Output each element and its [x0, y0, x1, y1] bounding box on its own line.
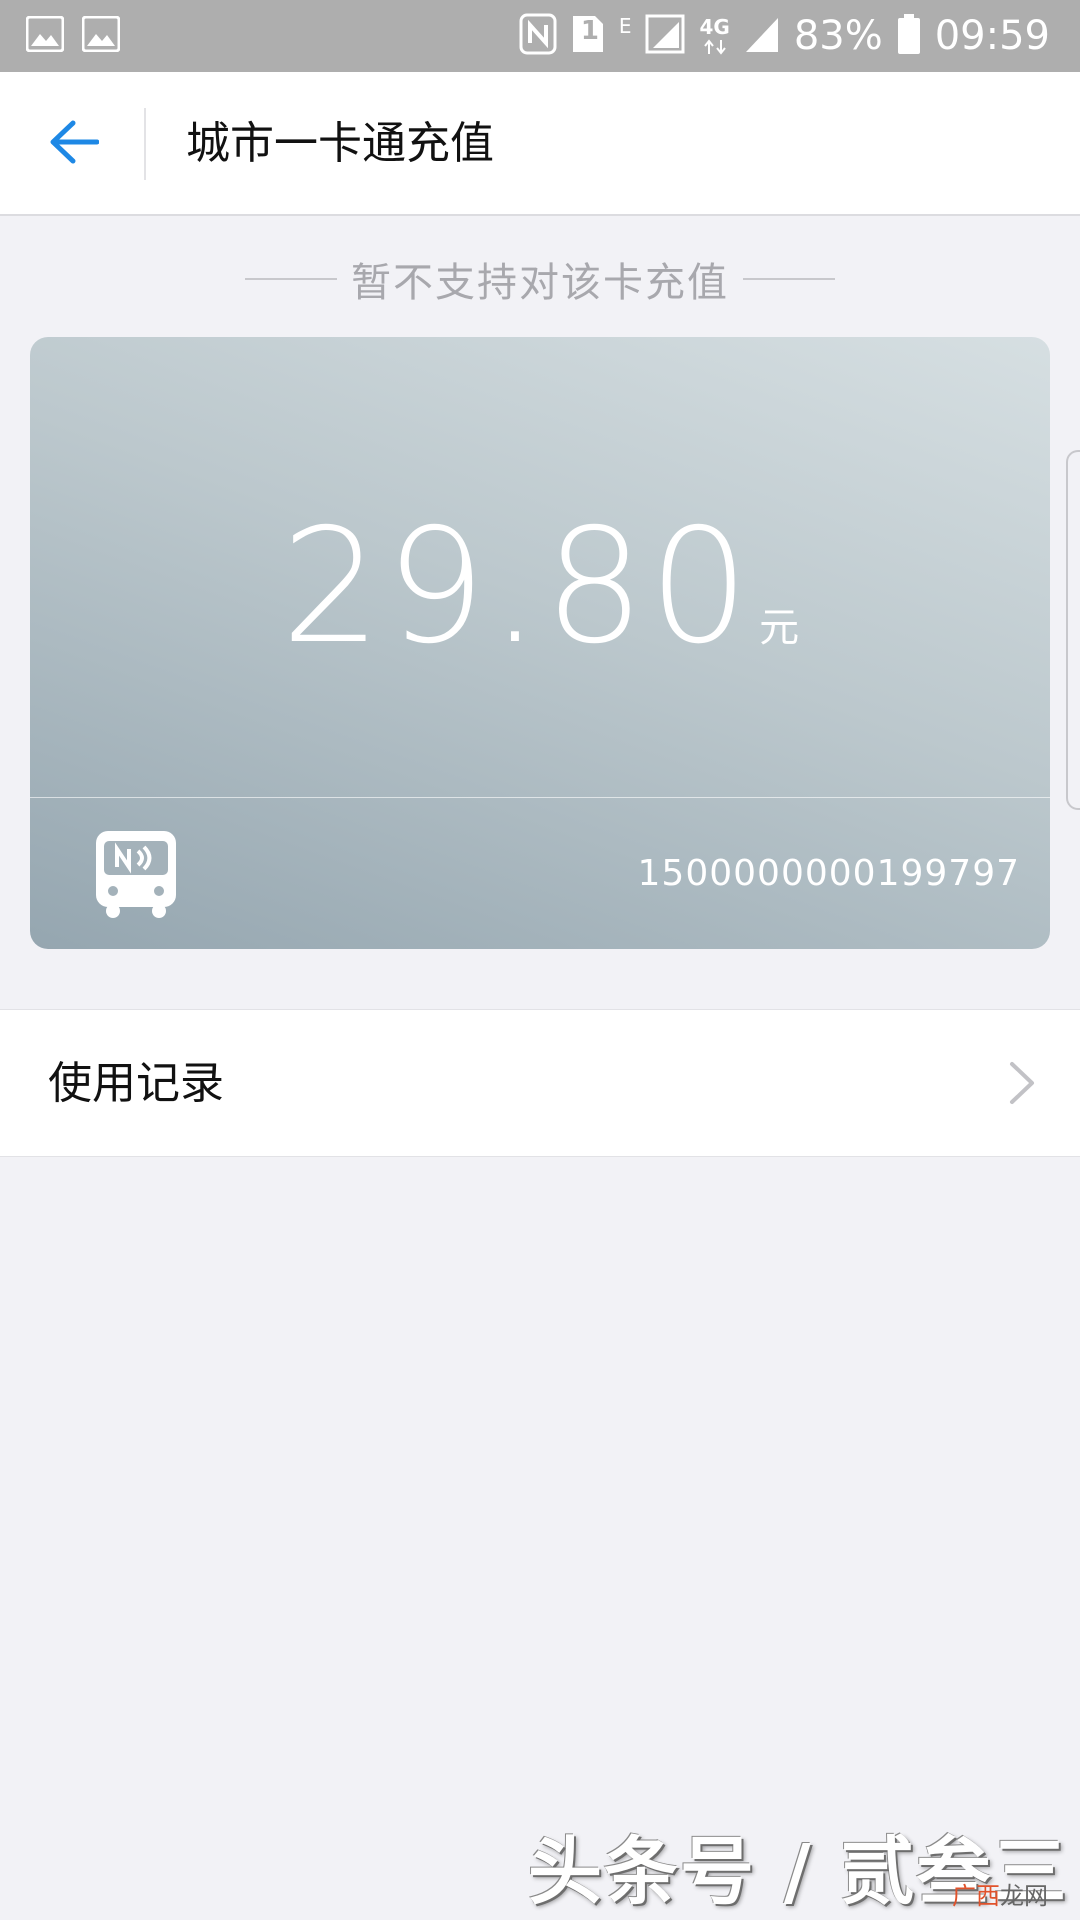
- chevron-right-icon: [1008, 1060, 1036, 1110]
- card-balance: 29.80 元: [30, 507, 1050, 667]
- site-watermark: 广西龙网: [952, 1876, 1048, 1911]
- notice-text: 暂不支持对该卡充值: [351, 260, 729, 306]
- back-button[interactable]: [44, 112, 104, 176]
- page-title: 城市一卡通充值: [186, 118, 494, 169]
- notice-line-left: [245, 278, 337, 280]
- usage-record-item[interactable]: 使用记录: [0, 1009, 1080, 1157]
- gallery-notification-icon: [81, 15, 121, 56]
- usage-record-label: 使用记录: [48, 1058, 224, 1109]
- header-divider: [144, 108, 146, 180]
- balance-amount: 29.80: [280, 495, 754, 679]
- sim-slot-number: 1: [580, 16, 599, 46]
- arrow-left-icon: [49, 119, 100, 169]
- battery-icon: [897, 13, 921, 59]
- gallery-notification-icon: [25, 15, 65, 56]
- edge-panel-handle[interactable]: [1066, 450, 1080, 810]
- notice-line-right: [743, 278, 835, 280]
- site-watermark-part: 广西: [952, 1882, 1000, 1910]
- clock: 09:59: [934, 13, 1050, 59]
- card-number: 1500000000199797: [637, 853, 1020, 894]
- data-transfer-icon: 4G: [699, 15, 730, 56]
- screen: 1 E 4G 83% 09:59 城市一卡通充值 暂不支持对该卡充值 29.80…: [0, 0, 1080, 1920]
- bus-nfc-icon: [94, 829, 178, 923]
- card-separator: [30, 797, 1050, 798]
- site-watermark-part: 龙网: [1000, 1882, 1048, 1910]
- balance-unit: 元: [759, 605, 800, 651]
- status-bar: 1 E 4G 83% 09:59: [0, 0, 1080, 72]
- network-4g-label: 4G: [699, 15, 730, 39]
- nfc-icon: [519, 13, 557, 59]
- network-e-label: E: [618, 14, 632, 38]
- recharge-notice: 暂不支持对该卡充值: [0, 250, 1080, 308]
- app-bar: 城市一卡通充值: [0, 72, 1080, 216]
- signal-strength-icon: [645, 14, 685, 58]
- sim-card-icon: 1: [571, 14, 605, 58]
- battery-percentage: 83%: [793, 13, 883, 59]
- signal-strength-icon: [744, 14, 780, 58]
- transit-card[interactable]: 29.80 元 1500000000199797: [30, 337, 1050, 949]
